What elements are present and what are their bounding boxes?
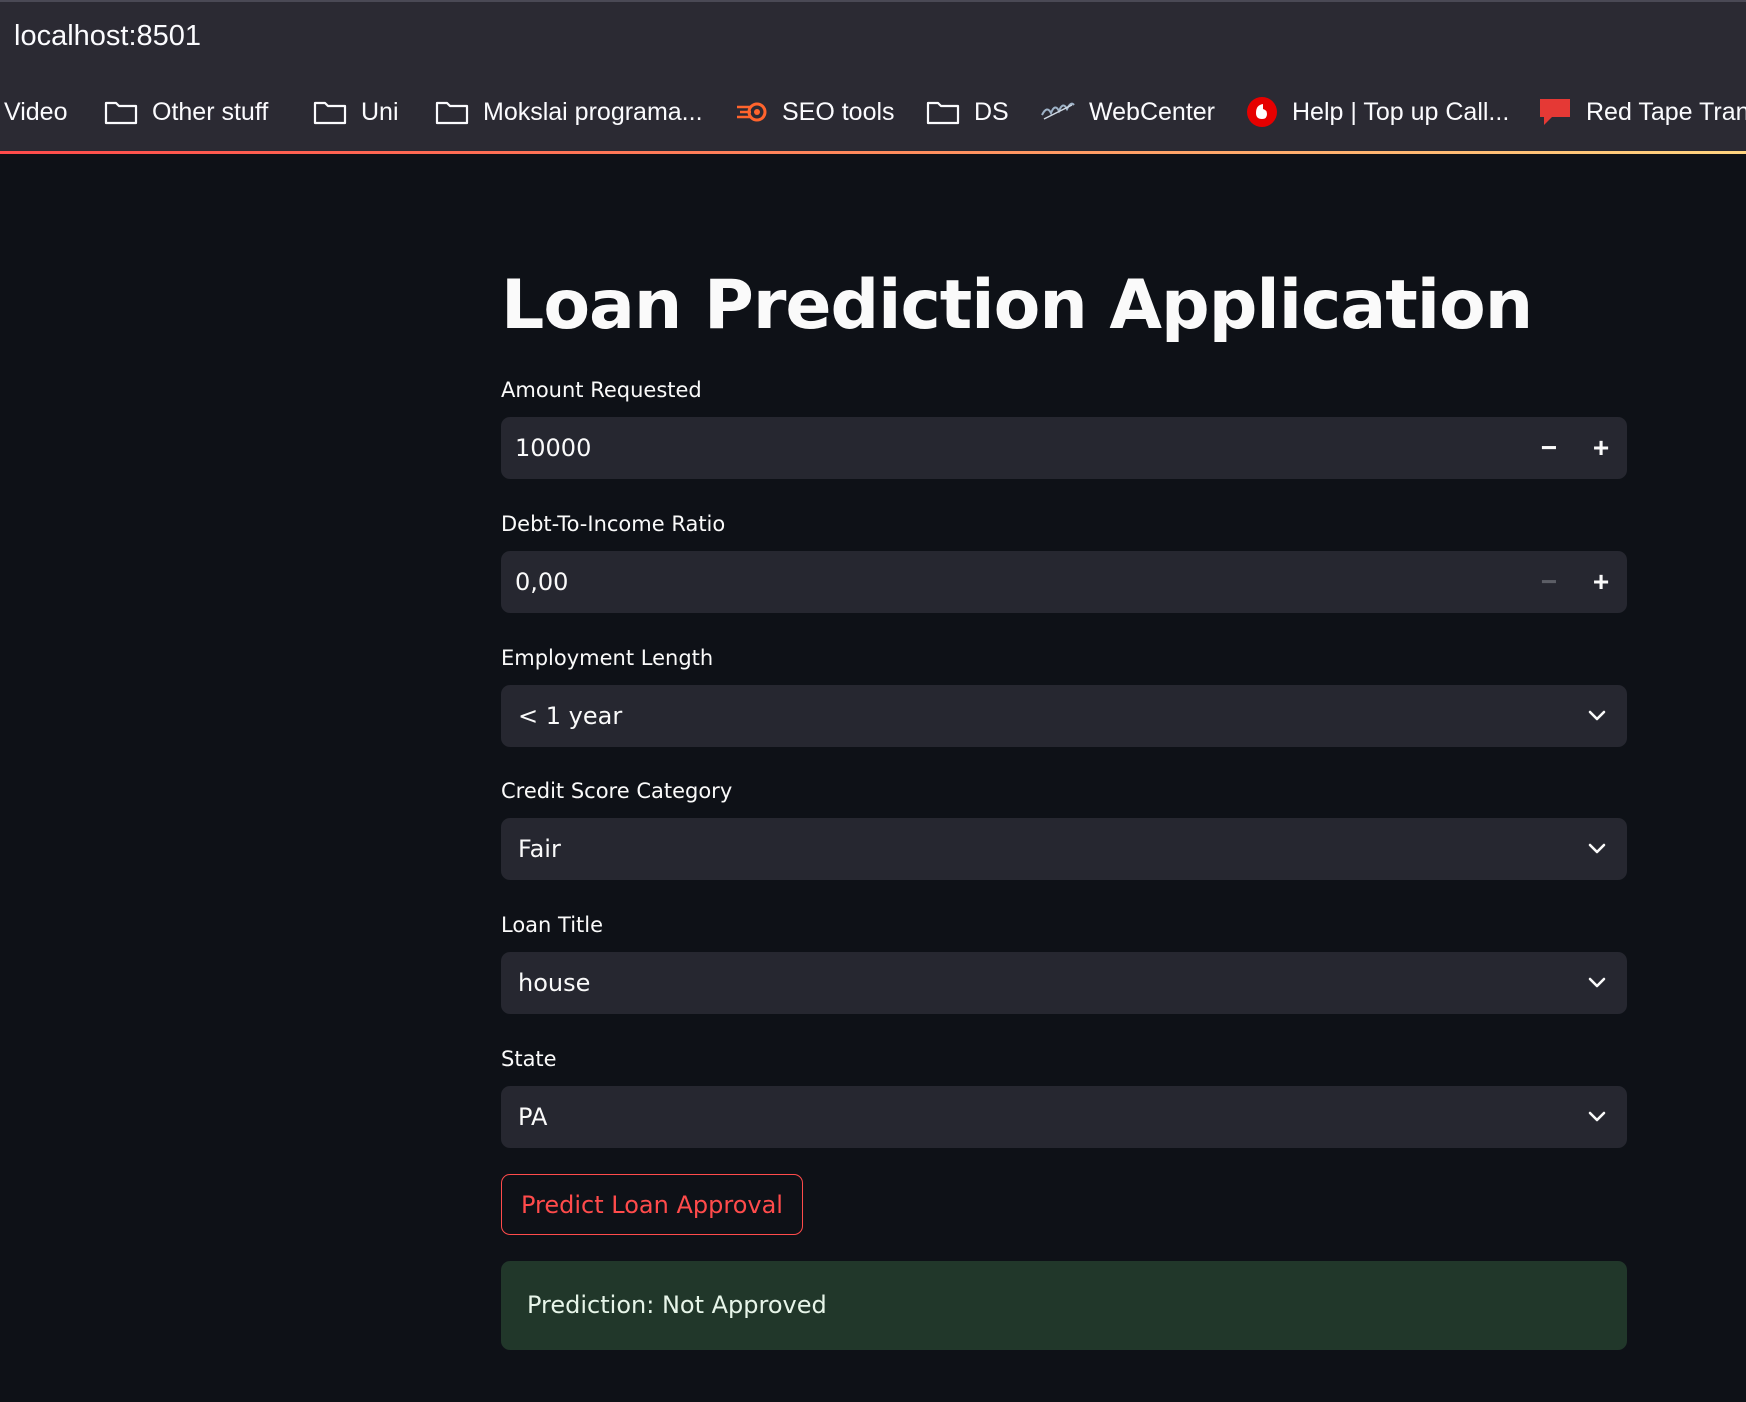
bookmark-label: DS bbox=[974, 97, 1009, 126]
amount-input[interactable] bbox=[515, 417, 1315, 479]
amount-decrement-button[interactable]: − bbox=[1526, 423, 1572, 473]
speech-bubble-icon bbox=[1538, 97, 1572, 127]
credit-select[interactable]: Fair bbox=[501, 818, 1627, 880]
bookmark-label: SEO tools bbox=[782, 97, 895, 126]
browser-toolbar: localhost:8501 bbox=[0, 0, 1746, 70]
bookmark-label: Red Tape Tran bbox=[1586, 97, 1746, 126]
chevron-down-icon bbox=[1588, 843, 1606, 854]
chevron-down-icon bbox=[1588, 1111, 1606, 1122]
chevron-down-icon bbox=[1588, 977, 1606, 988]
bookmark-label: Mokslai programa... bbox=[483, 97, 703, 126]
bookmark-label: Help | Top up Call... bbox=[1292, 97, 1510, 126]
bookmark-label: Other stuff bbox=[152, 97, 269, 126]
webcenter-icon bbox=[1041, 101, 1075, 123]
vodafone-icon bbox=[1246, 96, 1278, 128]
url-bar[interactable]: localhost:8501 bbox=[14, 20, 201, 53]
chevron-down-icon bbox=[1588, 710, 1606, 721]
dti-decrement-button[interactable]: − bbox=[1526, 557, 1572, 607]
amount-label: Amount Requested bbox=[501, 378, 702, 402]
employment-select[interactable]: < 1 year bbox=[501, 685, 1627, 747]
streamlit-app: Loan Prediction Application Amount Reque… bbox=[0, 154, 1746, 1402]
folder-icon bbox=[926, 99, 960, 125]
credit-selected-value: Fair bbox=[518, 835, 561, 863]
dti-increment-button[interactable]: + bbox=[1578, 557, 1624, 607]
bookmark-ds[interactable]: DS bbox=[926, 92, 1009, 132]
bookmark-video[interactable]: Video bbox=[4, 92, 68, 132]
bookmark-webcenter[interactable]: WebCenter bbox=[1041, 92, 1215, 132]
loan-title-label: Loan Title bbox=[501, 913, 604, 937]
bookmark-label: WebCenter bbox=[1089, 97, 1215, 126]
state-label: State bbox=[501, 1047, 557, 1071]
loan-title-selected-value: house bbox=[518, 969, 591, 997]
prediction-result-alert: Prediction: Not Approved bbox=[501, 1261, 1627, 1350]
bookmarks-bar: Video Other stuff Uni Mokslai programa..… bbox=[0, 70, 1746, 154]
bookmark-uni[interactable]: Uni bbox=[313, 92, 399, 132]
bookmark-label: Uni bbox=[361, 97, 399, 126]
page-title: Loan Prediction Application bbox=[501, 266, 1533, 345]
bookmark-seo-tools[interactable]: SEO tools bbox=[736, 92, 895, 132]
bookmark-mokslai[interactable]: Mokslai programa... bbox=[435, 92, 703, 132]
bookmark-red-tape[interactable]: Red Tape Tran bbox=[1538, 92, 1746, 132]
bookmark-label: Video bbox=[4, 97, 68, 126]
bookmark-help-top-up[interactable]: Help | Top up Call... bbox=[1246, 92, 1509, 132]
bookmark-other-stuff[interactable]: Other stuff bbox=[104, 92, 268, 132]
employment-selected-value: < 1 year bbox=[518, 702, 623, 730]
amount-number-input: − + bbox=[501, 417, 1627, 479]
state-selected-value: PA bbox=[518, 1103, 548, 1131]
folder-icon bbox=[104, 99, 138, 125]
dti-input[interactable] bbox=[515, 551, 1315, 613]
prediction-result-text: Prediction: Not Approved bbox=[527, 1291, 827, 1319]
state-select[interactable]: PA bbox=[501, 1086, 1627, 1148]
semrush-icon bbox=[736, 101, 768, 123]
employment-label: Employment Length bbox=[501, 646, 714, 670]
folder-icon bbox=[435, 99, 469, 125]
loan-title-select[interactable]: house bbox=[501, 952, 1627, 1014]
dti-label: Debt-To-Income Ratio bbox=[501, 512, 726, 536]
amount-increment-button[interactable]: + bbox=[1578, 423, 1624, 473]
credit-label: Credit Score Category bbox=[501, 779, 733, 803]
predict-loan-approval-button[interactable]: Predict Loan Approval bbox=[501, 1174, 803, 1235]
dti-number-input: − + bbox=[501, 551, 1627, 613]
folder-icon bbox=[313, 99, 347, 125]
